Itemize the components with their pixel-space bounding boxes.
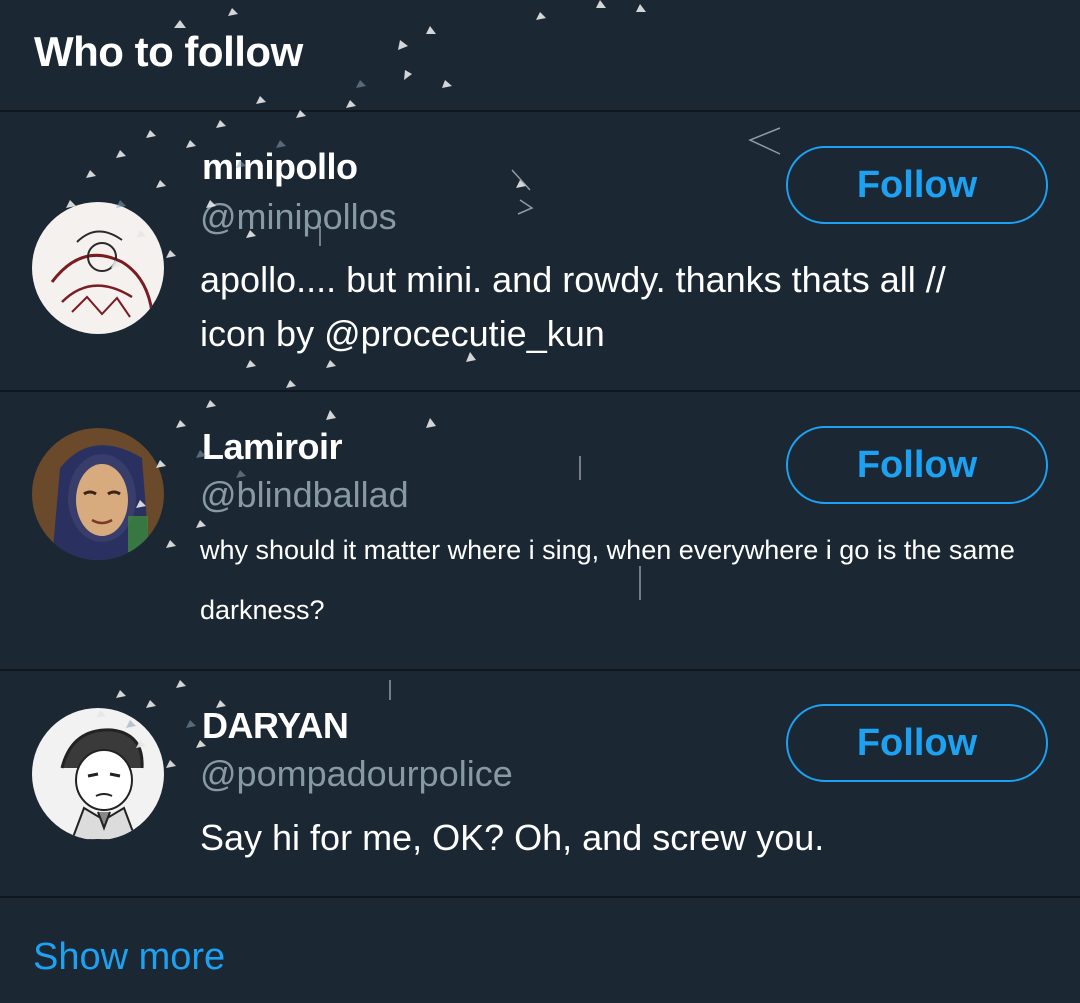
avatar[interactable] [32, 708, 164, 840]
account-name[interactable]: Lamiroir [202, 426, 343, 468]
avatar[interactable] [32, 428, 164, 560]
who-to-follow-panel: Who to follow minipollo @minipollos apol… [0, 0, 1080, 1003]
account-row[interactable]: minipollo @minipollos apollo.... but min… [0, 112, 1080, 392]
panel-header: Who to follow [0, 0, 1080, 112]
account-handle: @pompadourpolice [200, 753, 513, 794]
account-bio: apollo.... but mini. and rowdy. thanks t… [200, 259, 946, 354]
panel-title: Who to follow [34, 28, 303, 75]
avatar[interactable] [32, 202, 164, 334]
follow-button[interactable]: Follow [786, 146, 1048, 224]
follow-button[interactable]: Follow [786, 704, 1048, 782]
account-handle: @blindballad [200, 474, 409, 515]
show-more-link[interactable]: Show more [33, 936, 225, 979]
account-row[interactable]: DARYAN @pompadourpolice Say hi for me, O… [0, 671, 1080, 898]
account-bio: why should it matter where i sing, when … [200, 535, 1015, 625]
account-name[interactable]: DARYAN [202, 705, 349, 747]
follow-button[interactable]: Follow [786, 426, 1048, 504]
account-bio: Say hi for me, OK? Oh, and screw you. [200, 817, 825, 858]
account-row[interactable]: Lamiroir @blindballad why should it matt… [0, 392, 1080, 671]
account-handle: @minipollos [200, 196, 397, 237]
account-name[interactable]: minipollo [202, 146, 358, 188]
